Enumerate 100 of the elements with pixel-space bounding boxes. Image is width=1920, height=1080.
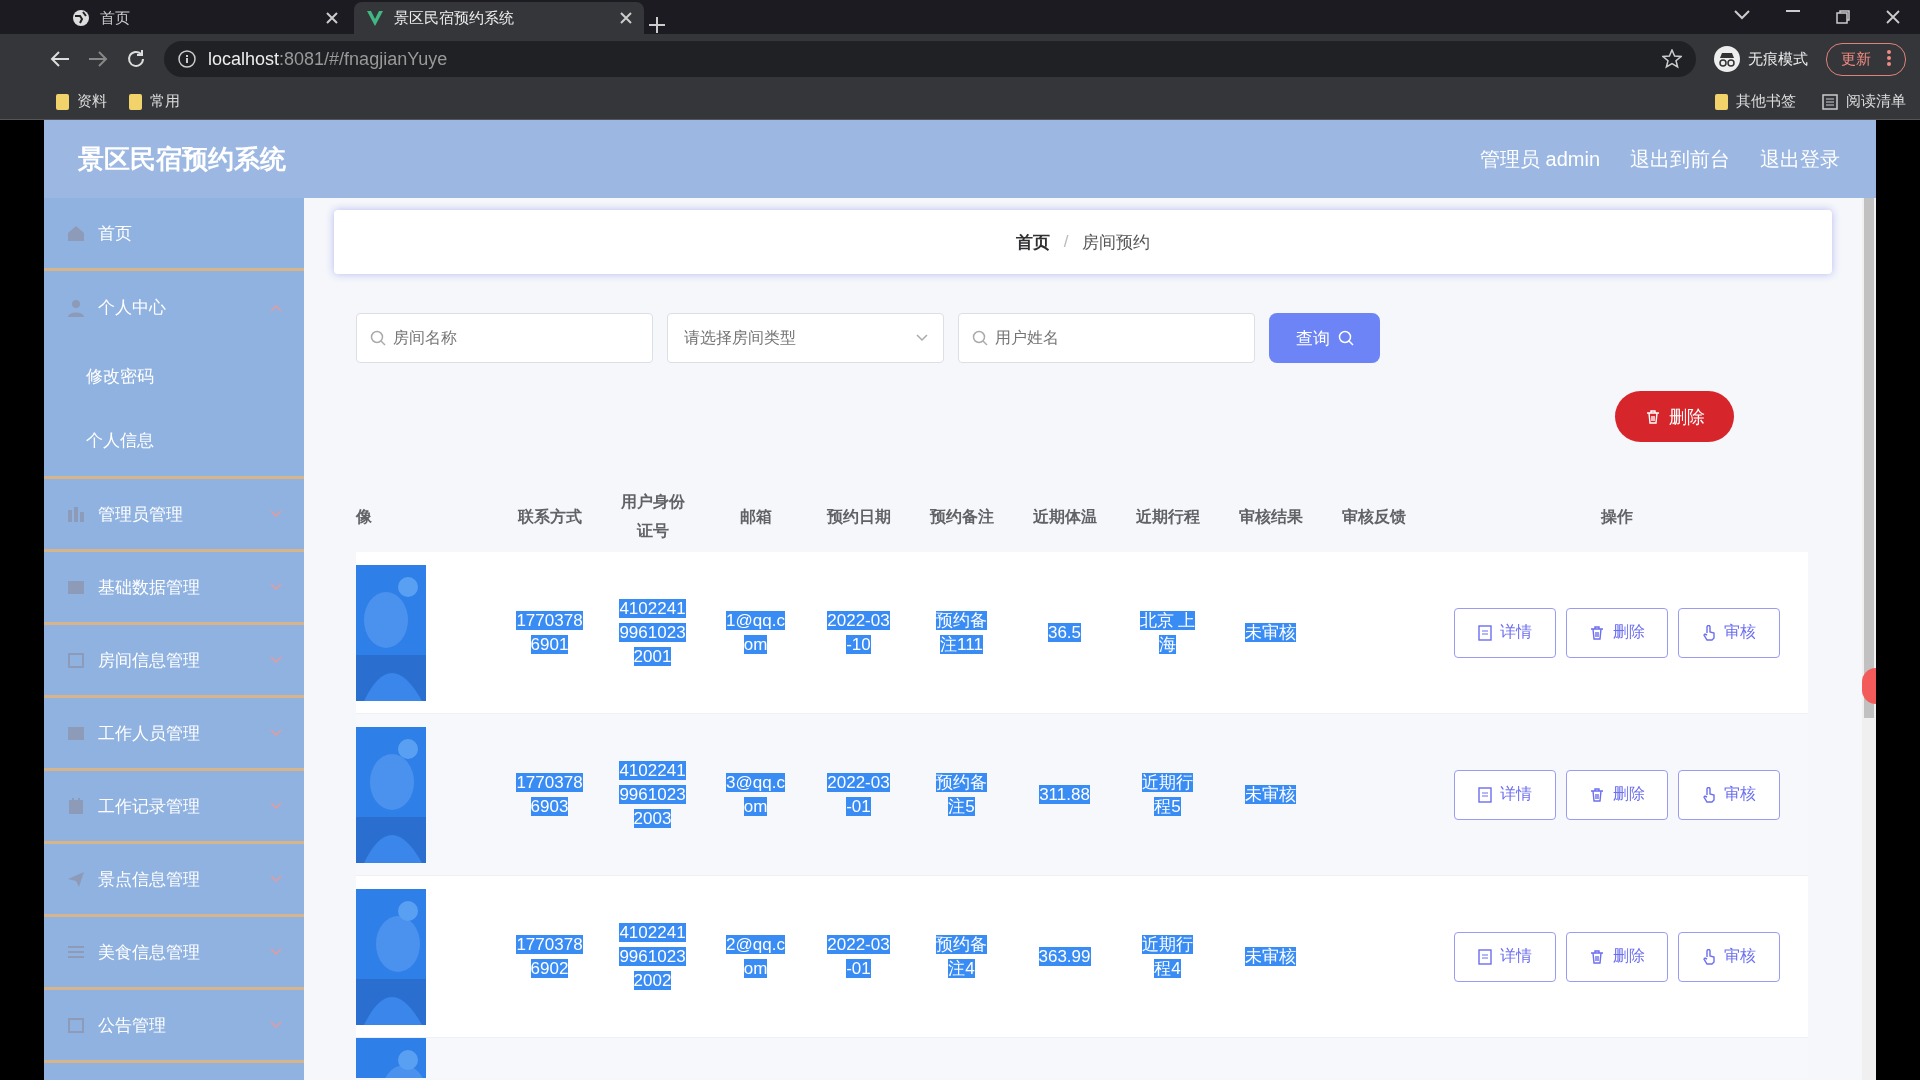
column-header: 预约日期	[825, 506, 892, 527]
column-header: 审核结果	[1237, 506, 1304, 527]
search-button[interactable]: 查询	[1269, 313, 1380, 363]
table-cell-text: 2022-03-01	[826, 771, 891, 818]
table-cell-text: 311.88	[1038, 783, 1091, 806]
table-cell-text: 预约备注4	[935, 933, 988, 980]
search-icon	[972, 330, 988, 346]
table-cell-text: 近期行程5	[1141, 771, 1194, 818]
plane-icon	[66, 869, 86, 889]
scrollbar-thumb[interactable]	[1864, 198, 1874, 718]
column-header: 用户身份证号	[619, 492, 686, 541]
incognito-icon[interactable]	[1714, 46, 1740, 72]
table-cell-text: 36.5	[1046, 621, 1083, 644]
chevron-down-icon	[916, 334, 928, 342]
row-action-button[interactable]: 删除	[1565, 769, 1668, 820]
table-cell-text: 2@qq.com	[725, 933, 786, 980]
scrollbar[interactable]	[1862, 198, 1876, 1080]
row-action-button[interactable]: 删除	[1565, 931, 1668, 982]
v-logo-icon	[366, 9, 384, 27]
bookmark-folder[interactable]: 其他书签	[1715, 92, 1796, 111]
table-cell-text: 未审核	[1244, 783, 1297, 806]
bar-chart-icon	[66, 504, 86, 524]
table-cell-text: 410224199610232003	[619, 759, 686, 830]
table-cell-text: 410224199610232001	[619, 597, 686, 668]
close-icon[interactable]	[326, 12, 338, 24]
table-cell-text: 17703786902	[516, 933, 583, 980]
column-header: 邮箱	[738, 506, 773, 527]
star-icon[interactable]	[1662, 49, 1682, 69]
search-icon	[1337, 330, 1354, 346]
table-cell-text: 预约备注5	[935, 771, 988, 818]
breadcrumb-separator: /	[1063, 232, 1069, 252]
list-icon	[1822, 93, 1838, 110]
globe-icon	[72, 9, 90, 27]
table-cell-text: 2022-03-01	[826, 933, 891, 980]
column-header: 联系方式	[516, 506, 583, 527]
frame-icon	[66, 1015, 86, 1035]
document-icon	[1477, 948, 1492, 965]
table-cell-text: 2022-03-10	[826, 609, 891, 656]
update-button[interactable]: 更新	[1826, 42, 1906, 76]
column-header: 审核反馈	[1340, 506, 1407, 527]
search-field[interactable]: 房间名称	[356, 313, 653, 363]
hand-icon	[1701, 786, 1716, 803]
document-icon	[1477, 624, 1492, 641]
breadcrumb-item[interactable]: 首页	[1015, 230, 1050, 254]
row-action-button[interactable]: 详情	[1453, 931, 1556, 982]
column-header: 近期行程	[1134, 506, 1201, 527]
address-bar[interactable]: localhost:8081/#/fnagjianYuye	[164, 41, 1696, 77]
table-cell-text: 17703786903	[516, 771, 583, 818]
search-field[interactable]: 用户姓名	[958, 313, 1255, 363]
more-icon	[1887, 49, 1891, 66]
row-action-button[interactable]: 审核	[1677, 769, 1780, 820]
table-cell-text: 未审核	[1244, 621, 1297, 644]
person-icon	[66, 297, 86, 318]
close-icon[interactable]	[1886, 10, 1900, 24]
calendar-icon	[66, 796, 86, 816]
forward-icon[interactable]	[88, 50, 108, 68]
profile-label: 无痕模式	[1748, 49, 1808, 69]
reading-list[interactable]: 阅读清单	[1822, 92, 1906, 111]
trash-icon	[1588, 948, 1605, 965]
table-cell-text: 3@qq.com	[725, 771, 786, 818]
hand-icon	[1701, 624, 1716, 641]
row-action-button[interactable]: 审核	[1677, 931, 1780, 982]
column-header: 像	[356, 506, 373, 527]
table-cell-text: 北京 上海	[1138, 609, 1197, 656]
delete-button[interactable]: 删除	[1615, 391, 1734, 442]
reload-icon[interactable]	[126, 49, 146, 69]
column-header: 操作	[1599, 506, 1634, 527]
table-cell-text: 363.99	[1037, 945, 1092, 968]
chevron-down-icon[interactable]	[1734, 10, 1750, 20]
plus-icon[interactable]	[648, 16, 666, 34]
trash-icon	[1588, 786, 1605, 803]
back-icon[interactable]	[50, 50, 70, 68]
house-icon	[66, 223, 86, 243]
search-icon	[370, 330, 386, 346]
info-icon	[178, 50, 196, 68]
trash-icon	[1588, 624, 1605, 641]
browser-tab[interactable]: 景区民宿预约系统	[354, 2, 644, 34]
row-action-button[interactable]: 删除	[1565, 607, 1668, 658]
table-cell-text: 17703786901	[516, 609, 583, 656]
row-action-button[interactable]: 详情	[1453, 769, 1556, 820]
table-cell-text: 1@qq.com	[725, 609, 786, 656]
document-icon	[1477, 786, 1492, 803]
row-action-button[interactable]: 审核	[1677, 607, 1780, 658]
app-title: 景区民宿预约系统	[78, 142, 286, 176]
row-action-button[interactable]: 详情	[1453, 607, 1556, 658]
bookmark[interactable]: 资料	[56, 92, 107, 111]
close-icon[interactable]	[620, 12, 632, 24]
restore-icon[interactable]	[1836, 10, 1850, 24]
hand-icon	[1701, 948, 1716, 965]
breadcrumb-item: 房间预约	[1082, 231, 1151, 254]
column-header: 近期体温	[1031, 506, 1098, 527]
table-cell-text: 未审核	[1244, 945, 1297, 968]
table-cell-text: 近期行程4	[1141, 933, 1194, 980]
table-cell-text: 410224199610232002	[619, 921, 686, 992]
url-text: localhost:8081/#/fnagjianYuye	[208, 48, 448, 70]
table-cell-text: 预约备注111	[935, 609, 988, 656]
browser-tab[interactable]: 首页	[60, 2, 350, 34]
bookmark[interactable]: 常用	[129, 92, 180, 111]
select-field[interactable]: 请选择房间类型	[667, 313, 944, 363]
trash-icon	[1644, 408, 1661, 425]
